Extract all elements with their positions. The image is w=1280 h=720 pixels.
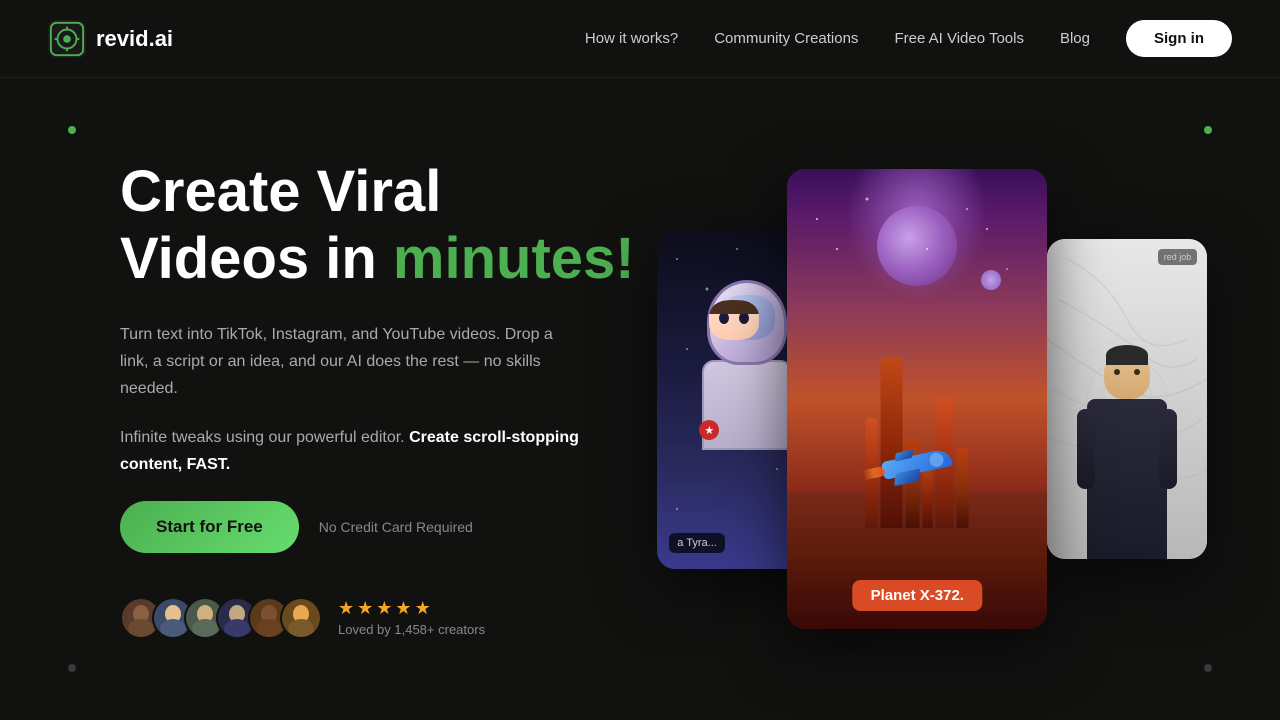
dot-bottom-right — [1204, 664, 1212, 672]
hero-title-line1: Create Viral — [120, 159, 441, 224]
hero-description-extra: Infinite tweaks using our powerful edito… — [120, 424, 580, 478]
dot-bottom-left — [68, 664, 76, 672]
hero-title: Create Viral Videos in minutes! — [120, 159, 635, 292]
moon — [877, 206, 957, 286]
signin-button[interactable]: Sign in — [1126, 20, 1232, 57]
star-4: ★ — [395, 598, 411, 619]
nav-links: How it works? Community Creations Free A… — [585, 20, 1232, 57]
logo-text: revid.ai — [96, 26, 173, 52]
sci-fi-background: Planet X-372. — [787, 169, 1047, 629]
rating-info: ★ ★ ★ ★ ★ Loved by 1,458+ creators — [338, 598, 485, 637]
hero-cta: Start for Free No Credit Card Required — [120, 501, 635, 553]
nav-how-it-works[interactable]: How it works? — [585, 30, 678, 47]
social-proof: ★ ★ ★ ★ ★ Loved by 1,458+ creators — [120, 597, 635, 639]
nav-community-creations[interactable]: Community Creations — [714, 30, 858, 47]
logo[interactable]: revid.ai — [48, 20, 173, 58]
nav-free-ai-video-tools[interactable]: Free AI Video Tools — [894, 30, 1024, 47]
hero-left: Create Viral Videos in minutes! Turn tex… — [120, 159, 635, 638]
hero-title-highlight: minutes! — [393, 226, 635, 291]
avatar-6 — [280, 597, 322, 639]
hero-title-line2-plain: Videos in — [120, 226, 393, 291]
star-2: ★ — [357, 598, 373, 619]
card-right-inner: red job — [1047, 239, 1207, 559]
dot-top-left — [68, 126, 76, 134]
small-planet — [981, 270, 1001, 290]
star-3: ★ — [376, 598, 392, 619]
rock-formations — [866, 358, 969, 528]
video-card-right: red job — [1047, 239, 1207, 559]
star-rating: ★ ★ ★ ★ ★ — [338, 598, 485, 619]
start-for-free-button[interactable]: Start for Free — [120, 501, 299, 553]
avatar-group — [120, 597, 322, 639]
card-left-label: a Tyra... — [669, 533, 725, 553]
nav-blog[interactable]: Blog — [1060, 30, 1090, 47]
video-card-center: Planet X-372. — [787, 169, 1047, 629]
logo-icon — [48, 20, 86, 58]
star-1: ★ — [338, 598, 354, 619]
card-center-caption: Planet X-372. — [853, 580, 982, 611]
star-5: ★ — [415, 598, 431, 619]
hero-description: Turn text into TikTok, Instagram, and Yo… — [120, 321, 580, 403]
no-credit-card-label: No Credit Card Required — [319, 519, 473, 535]
portrait-person — [1077, 349, 1177, 559]
navbar: revid.ai How it works? Community Creatio… — [0, 0, 1280, 78]
card-right-label: red job — [1158, 249, 1198, 265]
loved-text: Loved by 1,458+ creators — [338, 622, 485, 637]
card-center-inner: Planet X-372. — [787, 169, 1047, 629]
dot-top-right — [1204, 126, 1212, 134]
main-content: Create Viral Videos in minutes! Turn tex… — [0, 78, 1280, 720]
hero-right: ★ a Tyra... — [635, 118, 1200, 680]
